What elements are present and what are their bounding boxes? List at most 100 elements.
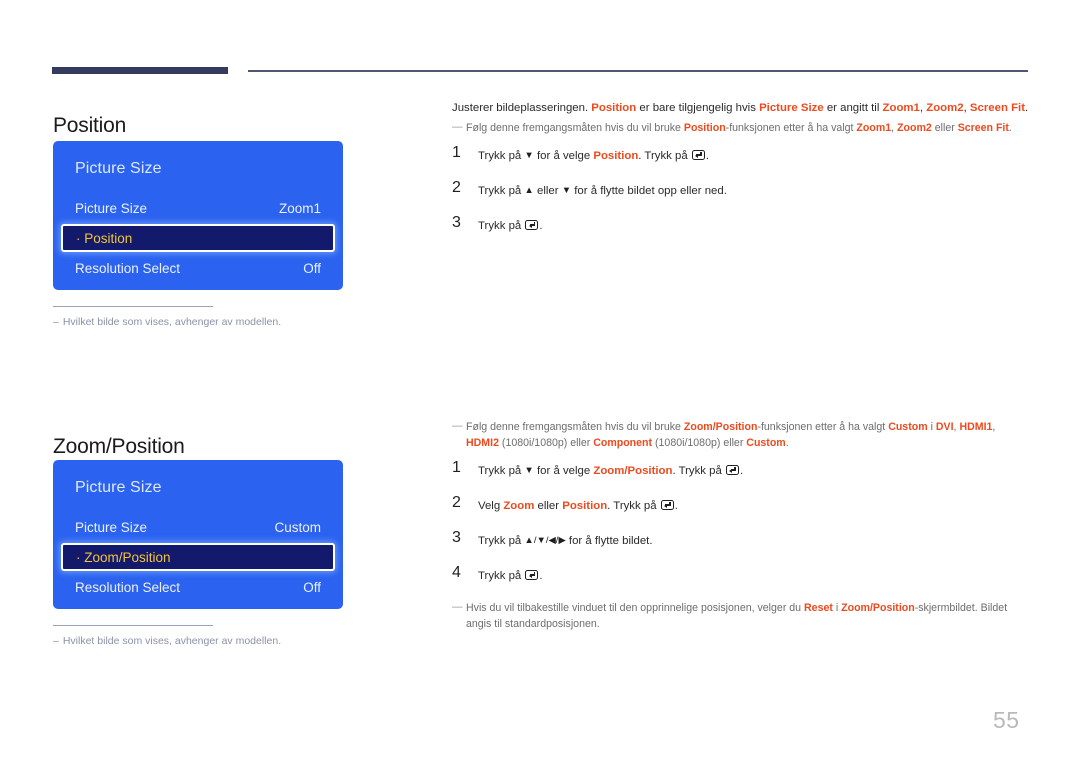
caption-body: Hvilket bilde som vises, avhenger av mod… — [62, 316, 282, 328]
caption-divider — [53, 306, 213, 307]
page-number: 55 — [993, 707, 1020, 733]
intro-keyword-picture-size: Picture Size — [759, 102, 824, 114]
osd-row-resolution-select[interactable]: Resolution Select Off — [53, 572, 343, 602]
step-item: 1 Trykk på ▼ for å velge Zoom/Position. … — [452, 458, 1030, 484]
osd-row-zoom-position-selected[interactable]: · Zoom/Position — [61, 543, 335, 571]
note-text-7: (1080i/1080p) eller — [652, 437, 747, 450]
intro-keyword-zoom2: Zoom2 — [926, 102, 964, 114]
osd-row-list: Picture Size Zoom1 · Position Resolution… — [53, 193, 343, 283]
step-item: 3 Trykk på ▲/▼/◀/▶ for å flytte bildet. — [452, 529, 1030, 554]
caption-text: – Hvilket bilde som vises, avhenger av mo… — [53, 634, 343, 649]
step-text-3: . Trykk på — [672, 464, 726, 477]
step-text: Trykk på . — [478, 217, 1030, 236]
header-rule-thick — [52, 67, 228, 74]
step-text-4: . — [539, 569, 543, 582]
caption-text: – Hvilket bilde som vises, avhenger av mo… — [53, 315, 343, 330]
note-dash-icon: — — [452, 420, 463, 432]
step-text-2: for å velge — [533, 149, 594, 162]
caption-dash: – — [53, 316, 59, 328]
step-item: 2 Velg Zoom eller Position. Trykk på . — [452, 494, 1030, 519]
intro-keyword-screen-fit: Screen Fit — [969, 102, 1025, 114]
endnote-paragraph: — Hvis du vil tilbakestille vinduet til d… — [452, 600, 1030, 633]
note-keyword-hdmi1: HDMI1 — [959, 421, 993, 433]
osd-row-value: Off — [303, 579, 321, 595]
step-keyword-position: Position — [562, 499, 608, 512]
step-keyword-position: Position — [593, 149, 639, 162]
step-text-3: for å flytte bildet opp eller ned. — [571, 184, 727, 197]
note-dash-icon: — — [452, 600, 463, 613]
note-keyword-zoom2: Zoom2 — [897, 122, 932, 135]
osd-panel-zoom-position: Picture Size Picture Size Custom · Zoom/… — [53, 460, 343, 609]
step-text-4: . — [705, 149, 710, 162]
osd-row-position-selected[interactable]: · Position — [61, 224, 335, 252]
intro-text-3: er angitt til — [823, 102, 883, 114]
panel-caption-position: – Hvilket bilde som vises, avhenger av mo… — [53, 306, 343, 330]
intro-keyword-zoom1: Zoom1 — [882, 102, 920, 114]
step-text: Velg Zoom eller Position. Trykk på . — [478, 497, 1030, 516]
note-keyword-dvi: DVI — [935, 421, 954, 433]
osd-row-resolution-select[interactable]: Resolution Select Off — [53, 253, 343, 283]
endnote-keyword-zoom-position: Zoom/Position — [841, 601, 915, 614]
osd-row-label: Resolution Select — [75, 579, 181, 595]
step-text-1: Trykk på — [478, 149, 525, 162]
caption-body: Hvilket bilde som vises, avhenger av mod… — [62, 635, 282, 647]
step-number: 3 — [452, 213, 461, 231]
intro-text-2: er bare tilgjengelig hvis — [636, 102, 760, 114]
note-paragraph-zoom-position: — Følg denne fremgangsmåten hvis du vil b… — [452, 419, 1030, 452]
step-text-1: Velg — [478, 499, 504, 512]
note-text-2: -funksjonen etter å ha valgt — [725, 122, 857, 135]
intro-keyword-position: Position — [591, 102, 637, 114]
endnote-text-1: Hvis du vil tilbakestille vinduet til de… — [466, 601, 805, 614]
step-keyword-zoom-position: Zoom/Position — [593, 464, 673, 477]
osd-panel-title: Picture Size — [75, 479, 162, 496]
step-text: Trykk på ▼ for å velge Position. Trykk p… — [478, 147, 1030, 166]
endnote-text-2: i — [832, 601, 842, 614]
step-text-1: Trykk på — [478, 569, 525, 582]
endnote-keyword-reset: Reset — [804, 601, 833, 614]
note-keyword-custom: Custom — [888, 421, 928, 433]
note-keyword-custom-2: Custom — [746, 437, 786, 450]
caption-divider — [53, 625, 213, 626]
section-heading-zoom-position: Zoom/Position — [53, 435, 185, 459]
note-keyword-zoom1: Zoom1 — [856, 122, 892, 135]
intro-text-1: Justerer bildeplasseringen. — [452, 102, 592, 114]
osd-row-picture-size[interactable]: Picture Size Custom — [53, 512, 343, 542]
step-number: 1 — [452, 143, 461, 161]
step-text: Trykk på . — [478, 567, 1030, 586]
step-text-3: . Trykk på — [638, 149, 691, 162]
header-rule-thin — [248, 70, 1028, 72]
step-text-3: . Trykk på — [607, 499, 660, 512]
panel-caption-zoom-position: – Hvilket bilde som vises, avhenger av mo… — [53, 625, 343, 649]
note-text-1: Følg denne fremgangsmåten hvis du vil br… — [466, 122, 684, 135]
step-number: 4 — [452, 563, 461, 581]
step-text-2: eller — [533, 184, 562, 197]
arrow-up-icon: ▲ — [524, 184, 534, 196]
step-keyword-zoom: Zoom — [503, 499, 535, 512]
note-keyword-zoom-position: Zoom/Position — [683, 421, 758, 433]
arrow-down-icon: ▼ — [561, 184, 572, 196]
enter-key-icon — [525, 219, 539, 230]
step-text-4: . — [740, 464, 744, 477]
step-text-4: . — [539, 219, 543, 232]
step-text-2: for å velge — [533, 464, 594, 477]
step-number: 1 — [452, 458, 461, 476]
note-keyword-hdmi2: HDMI2 — [466, 437, 499, 450]
osd-row-label: Picture Size — [75, 200, 148, 216]
step-text: Trykk på ▼ for å velge Zoom/Position. Tr… — [478, 462, 1030, 481]
osd-row-value: Custom — [274, 519, 321, 535]
step-text-1: Trykk på — [478, 184, 525, 197]
step-text: Trykk på ▲/▼/◀/▶ for å flytte bildet. — [478, 532, 1030, 551]
note-text-1: Følg denne fremgangsmåten hvis du vil br… — [466, 421, 684, 433]
note-text-2: -funksjonen etter å ha valgt — [757, 421, 889, 433]
caption-dash: – — [53, 635, 59, 647]
osd-row-value: Off — [303, 260, 321, 276]
note-text-6: (1080i/1080p) eller — [498, 437, 594, 450]
step-list-zoom-position: 1 Trykk på ▼ for å velge Zoom/Position. … — [452, 458, 1030, 589]
content-column-zoom-position: — Følg denne fremgangsmåten hvis du vil b… — [452, 417, 1030, 637]
enter-key-icon — [660, 499, 674, 510]
note-text-5: . — [1008, 122, 1012, 135]
step-number: 2 — [452, 178, 461, 196]
osd-row-picture-size[interactable]: Picture Size Zoom1 — [53, 193, 343, 223]
step-item: 3 Trykk på . — [452, 213, 1030, 239]
arrow-down-icon: ▼ — [524, 149, 534, 161]
